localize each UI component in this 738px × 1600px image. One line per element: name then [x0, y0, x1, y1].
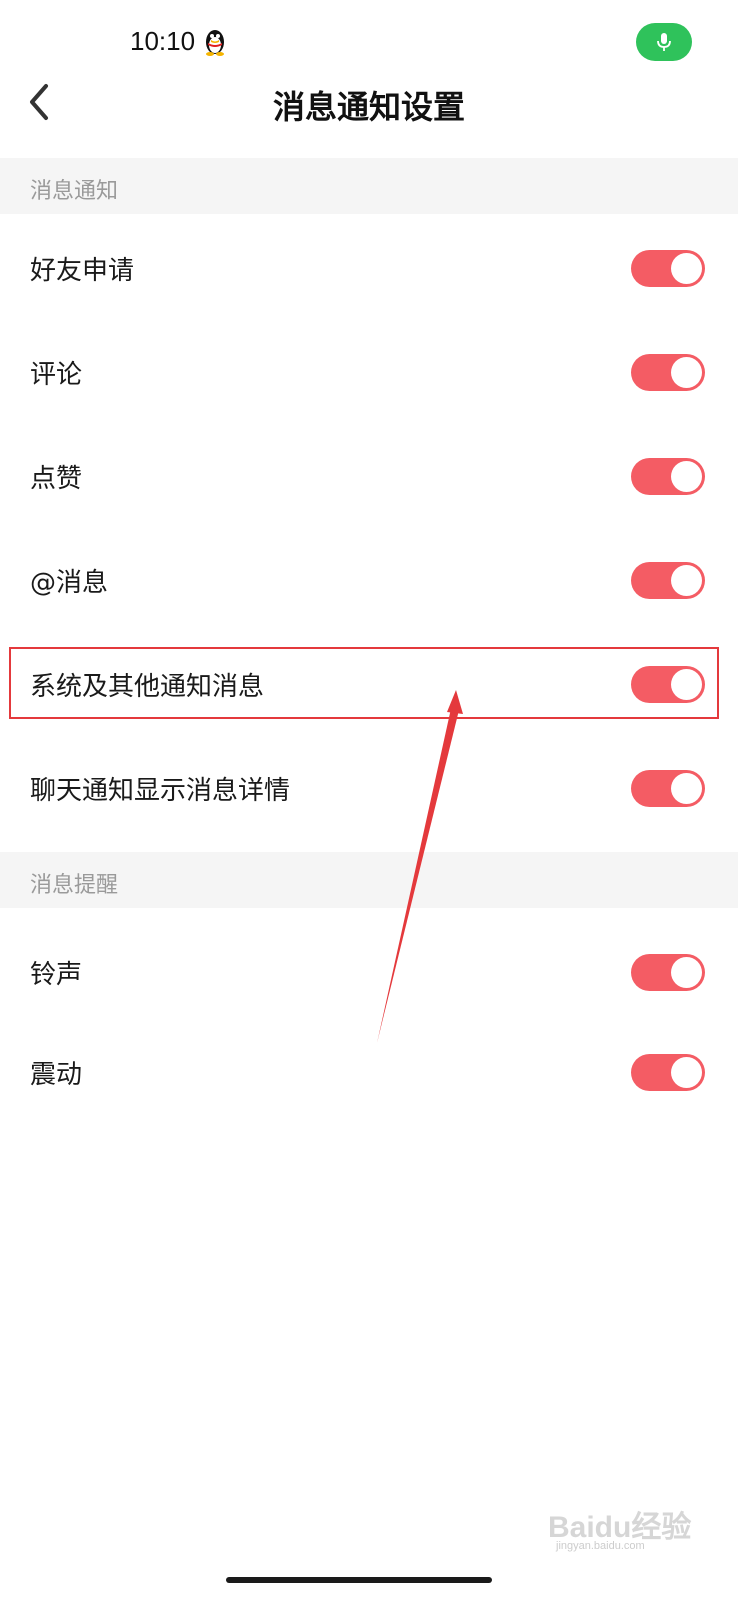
status-time: 10:10	[130, 26, 196, 56]
toggle-switch[interactable]	[631, 770, 705, 807]
toggle-knob	[671, 565, 702, 596]
setting-row-chat-detail: 聊天通知显示消息详情	[0, 736, 738, 840]
annotation-highlight-box	[9, 647, 719, 719]
home-indicator[interactable]	[226, 1577, 492, 1583]
setting-row-like: 点赞	[0, 424, 738, 528]
toggle-knob	[671, 773, 702, 804]
toggle-knob	[671, 253, 702, 284]
setting-row-ringtone: 铃声	[0, 920, 738, 1024]
toggle-knob	[671, 461, 702, 492]
setting-row-vibrate: 震动	[0, 1020, 738, 1124]
setting-label: 震动	[30, 1060, 83, 1090]
toggle-switch[interactable]	[631, 562, 705, 599]
setting-label: 点赞	[30, 464, 83, 494]
setting-row-friend-request: 好友申请	[0, 216, 738, 320]
toggle-switch[interactable]	[631, 250, 705, 287]
toggle-knob	[671, 357, 702, 388]
toggle-switch[interactable]	[631, 354, 705, 391]
page-title: 消息通知设置	[272, 88, 465, 126]
microphone-indicator	[636, 23, 692, 61]
setting-label: 铃声	[30, 960, 83, 990]
watermark-url: jingyan.baidu.com	[556, 1540, 645, 1552]
setting-row-mention: @消息	[0, 528, 738, 632]
setting-label: @消息	[30, 568, 109, 598]
setting-label: 好友申请	[30, 256, 135, 286]
section-header-notifications: 消息通知	[0, 158, 738, 214]
toggle-knob	[671, 957, 702, 988]
setting-row-comment: 评论	[0, 320, 738, 424]
section-header-label: 消息提醒	[30, 873, 119, 898]
section-header-label: 消息通知	[30, 179, 119, 204]
setting-label: 聊天通知显示消息详情	[30, 776, 291, 806]
microphone-icon	[657, 33, 671, 51]
toggle-knob	[671, 1057, 702, 1088]
qq-penguin-icon	[203, 28, 227, 56]
toggle-switch[interactable]	[631, 458, 705, 495]
toggle-switch[interactable]	[631, 1054, 705, 1091]
nav-bar: 消息通知设置	[0, 70, 738, 134]
section-header-reminders: 消息提醒	[0, 852, 738, 908]
setting-label: 评论	[30, 360, 83, 390]
toggle-switch[interactable]	[631, 954, 705, 991]
